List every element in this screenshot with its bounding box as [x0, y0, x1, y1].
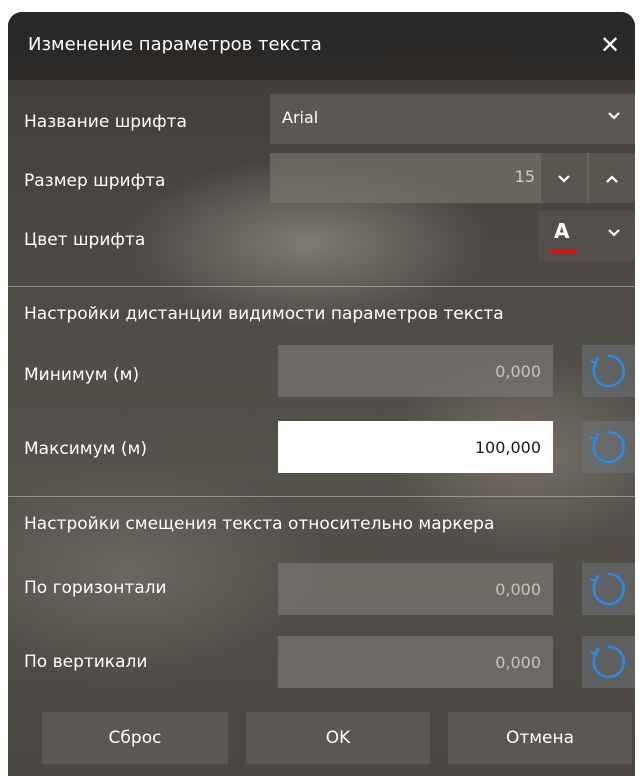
- reset-icon: [589, 354, 625, 388]
- min-distance-input[interactable]: [278, 345, 553, 397]
- text-settings-dialog: Изменение параметров текста ✕ Название ш…: [8, 12, 635, 776]
- visibility-section-title: Настройки дистанции видимости параметров…: [24, 304, 504, 324]
- vertical-offset-label: По вертикали: [24, 652, 148, 672]
- vertical-offset-input[interactable]: [278, 636, 553, 688]
- horizontal-reset-button[interactable]: [582, 563, 635, 615]
- font-size-value: 15: [514, 167, 535, 186]
- font-color-swatch: [550, 249, 578, 253]
- font-color-label: Цвет шрифта: [24, 230, 146, 250]
- size-decrease-button[interactable]: [541, 153, 587, 203]
- reset-all-button[interactable]: Сброс: [42, 712, 228, 764]
- close-icon[interactable]: ✕: [593, 28, 627, 62]
- reset-icon: [589, 645, 625, 679]
- font-color-picker[interactable]: A: [538, 211, 635, 261]
- min-reset-button[interactable]: [582, 345, 635, 397]
- divider: [8, 286, 635, 287]
- max-distance-input[interactable]: [278, 421, 553, 473]
- chevron-up-icon: [604, 168, 620, 187]
- chevron-down-icon: [556, 168, 572, 187]
- font-color-letter: A: [554, 219, 570, 243]
- ok-button[interactable]: OK: [246, 712, 430, 764]
- chevron-down-icon: [599, 221, 629, 251]
- min-distance-label: Минимум (м): [24, 365, 140, 385]
- reset-icon: [589, 572, 625, 606]
- font-name-label: Название шрифта: [24, 112, 187, 132]
- horizontal-offset-input[interactable]: [278, 563, 553, 615]
- offset-section-title: Настройки смещения текста относительно м…: [24, 514, 495, 534]
- max-reset-button[interactable]: [582, 421, 635, 473]
- reset-icon: [589, 430, 625, 464]
- cancel-button[interactable]: Отмена: [448, 712, 632, 764]
- divider: [8, 496, 635, 497]
- size-increase-button[interactable]: [589, 153, 635, 203]
- font-name-value: Arial: [282, 108, 319, 127]
- chevron-down-icon: [599, 104, 629, 134]
- title-bar: Изменение параметров текста ✕: [8, 12, 635, 80]
- max-distance-label: Максимум (м): [24, 439, 147, 459]
- font-name-select[interactable]: Arial: [270, 94, 635, 144]
- font-size-label: Размер шрифта: [24, 171, 166, 191]
- vertical-reset-button[interactable]: [582, 636, 635, 688]
- dialog-title: Изменение параметров текста: [28, 34, 322, 55]
- horizontal-offset-label: По горизонтали: [24, 578, 167, 598]
- font-size-spinner[interactable]: 15: [270, 153, 635, 203]
